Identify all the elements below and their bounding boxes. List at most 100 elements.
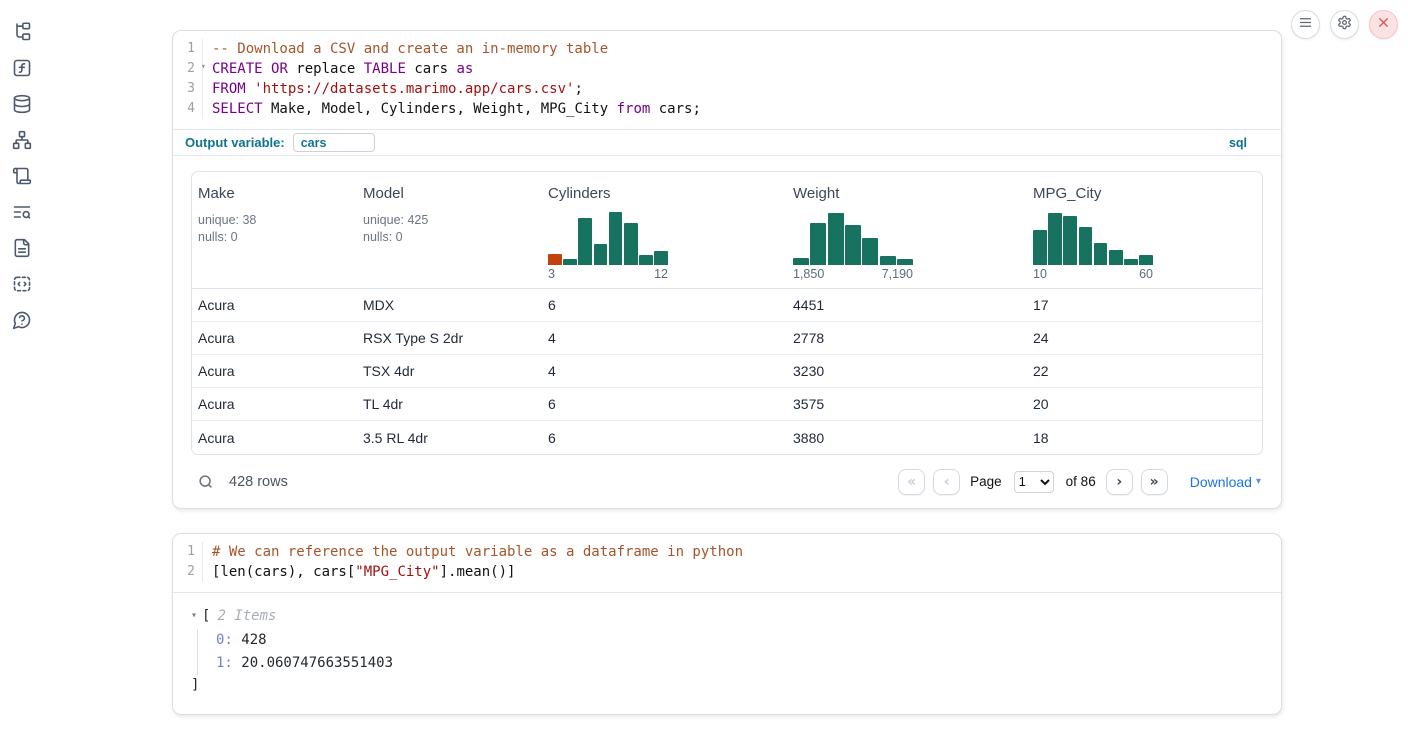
code-text: [len(cars), cars["MPG_City"].mean()] xyxy=(203,562,515,582)
page-total-label: of 86 xyxy=(1066,474,1096,489)
tree-children: 0: 4281: 20.060747663551403 xyxy=(197,629,1263,675)
histogram-bar xyxy=(548,254,562,265)
fold-chevron-icon[interactable]: ▾ xyxy=(201,63,206,72)
histogram-bar xyxy=(578,218,592,265)
search-icon[interactable] xyxy=(197,473,215,491)
histogram-bar xyxy=(1109,250,1123,265)
document-icon[interactable] xyxy=(12,238,32,258)
help-icon[interactable] xyxy=(12,310,32,330)
histogram-bar xyxy=(1124,259,1138,265)
histogram-bars xyxy=(793,210,913,265)
search-list-icon[interactable] xyxy=(12,202,32,222)
column-name: Model xyxy=(363,184,536,203)
table-cell: 6 xyxy=(542,430,787,446)
histogram-bar xyxy=(793,258,809,265)
code-line[interactable]: 2[len(cars), cars["MPG_City"].mean()] xyxy=(173,562,1281,582)
sql-cell-output: Makeunique: 38nulls: 0Modelunique: 425nu… xyxy=(173,155,1281,508)
page-select[interactable]: 1 xyxy=(1014,471,1054,493)
histogram-bar xyxy=(1079,227,1093,266)
tree-entry-value: 428 xyxy=(233,632,267,648)
histogram-bars xyxy=(548,210,668,265)
line-number: 3 xyxy=(173,79,203,99)
table-body: AcuraMDX6445117AcuraRSX Type S 2dr427782… xyxy=(192,289,1262,454)
table-row[interactable]: AcuraRSX Type S 2dr4277824 xyxy=(192,322,1262,355)
column-name: Weight xyxy=(793,184,1021,203)
tree-entry: 0: 428 xyxy=(216,629,1263,652)
line-number: 2 xyxy=(173,562,203,582)
column-histogram: 312 xyxy=(548,210,668,282)
code-line[interactable]: 1-- Download a CSV and create an in-memo… xyxy=(173,39,1281,59)
column-stats: unique: 38nulls: 0 xyxy=(198,212,351,246)
table-cell: 20 xyxy=(1027,396,1262,412)
table-cell: TSX 4dr xyxy=(357,363,542,379)
histogram-max-label: 7,190 xyxy=(882,267,913,282)
table-cell: Acura xyxy=(192,297,357,313)
histogram-bar xyxy=(1033,230,1047,265)
column-header-mpg_city[interactable]: MPG_City1060 xyxy=(1027,172,1262,288)
snippets-icon[interactable] xyxy=(12,274,32,294)
menu-button[interactable] xyxy=(1291,10,1320,39)
previous-page-button[interactable]: ‹ xyxy=(933,469,960,495)
code-line[interactable]: 4SELECT Make, Model, Cylinders, Weight, … xyxy=(173,99,1281,119)
close-icon xyxy=(1376,15,1391,35)
database-icon[interactable] xyxy=(12,94,32,114)
network-icon[interactable] xyxy=(12,130,32,150)
settings-button[interactable] xyxy=(1330,10,1359,39)
file-tree-icon[interactable] xyxy=(12,22,32,42)
histogram-bar xyxy=(862,238,878,266)
table-cell: Acura xyxy=(192,396,357,412)
histogram-max-label: 60 xyxy=(1139,267,1153,282)
table-header-row: Makeunique: 38nulls: 0Modelunique: 425nu… xyxy=(192,172,1262,289)
sql-code-editor[interactable]: 1-- Download a CSV and create an in-memo… xyxy=(173,31,1281,129)
histogram-bar xyxy=(897,259,913,265)
chevron-down-icon: ▾ xyxy=(1256,476,1261,487)
last-page-button[interactable]: » xyxy=(1141,469,1168,495)
code-text: SELECT Make, Model, Cylinders, Weight, M… xyxy=(203,99,701,119)
shutdown-button[interactable] xyxy=(1369,10,1398,39)
next-page-button[interactable]: › xyxy=(1106,469,1133,495)
table-row[interactable]: Acura3.5 RL 4dr6388018 xyxy=(192,421,1262,454)
column-name: Cylinders xyxy=(548,184,781,203)
table-cell: 18 xyxy=(1027,430,1262,446)
table-row[interactable]: AcuraTL 4dr6357520 xyxy=(192,388,1262,421)
histogram-range: 312 xyxy=(548,267,668,282)
code-line[interactable]: 2▾CREATE OR replace TABLE cars as xyxy=(173,59,1281,79)
page-label: Page xyxy=(970,474,1002,489)
scroll-icon[interactable] xyxy=(12,166,32,186)
gear-icon xyxy=(1337,15,1352,35)
histogram-min-label: 10 xyxy=(1033,267,1047,282)
language-badge[interactable]: sql xyxy=(1229,136,1247,150)
table-cell: MDX xyxy=(357,297,542,313)
table-cell: 4 xyxy=(542,363,787,379)
python-code-editor[interactable]: 1# We can reference the output variable … xyxy=(173,534,1281,592)
tree-entry-key: 0: xyxy=(216,632,233,648)
histogram-bar xyxy=(563,259,577,265)
column-header-weight[interactable]: Weight 1,8507,190 xyxy=(787,172,1027,288)
table-cell: 6 xyxy=(542,297,787,313)
row-count: 428 rows xyxy=(229,474,288,490)
table-cell: 4451 xyxy=(787,297,1027,313)
tree-open-bracket: [ xyxy=(202,606,210,626)
download-button[interactable]: Download ▾ xyxy=(1190,474,1261,490)
column-header-model[interactable]: Modelunique: 425nulls: 0 xyxy=(357,172,542,288)
column-histogram: 10 60 xyxy=(1033,210,1153,282)
code-text: -- Download a CSV and create an in-memor… xyxy=(203,39,608,59)
tree-collapse-icon[interactable]: ▾ xyxy=(191,606,197,626)
tree-close-bracket: ] xyxy=(191,675,1263,696)
function-icon[interactable] xyxy=(12,58,32,78)
column-header-cylinders[interactable]: Cylinders 312 xyxy=(542,172,787,288)
code-line[interactable]: 3FROM 'https://datasets.marimo.app/cars.… xyxy=(173,79,1281,99)
column-header-make[interactable]: Makeunique: 38nulls: 0 xyxy=(192,172,357,288)
histogram-bar xyxy=(1139,255,1153,265)
line-number: 1 xyxy=(173,39,203,59)
table-row[interactable]: AcuraTSX 4dr4323022 xyxy=(192,355,1262,388)
column-histogram: 1,8507,190 xyxy=(793,210,913,282)
histogram-bars xyxy=(1033,210,1153,265)
tree-items-count: 2 Items xyxy=(217,606,276,626)
table-row[interactable]: AcuraMDX6445117 xyxy=(192,289,1262,322)
histogram-max-label: 12 xyxy=(654,267,668,282)
table-cell: 3.5 RL 4dr xyxy=(357,430,542,446)
code-line[interactable]: 1# We can reference the output variable … xyxy=(173,542,1281,562)
output-variable-input[interactable] xyxy=(293,133,375,152)
first-page-button[interactable]: « xyxy=(898,469,925,495)
